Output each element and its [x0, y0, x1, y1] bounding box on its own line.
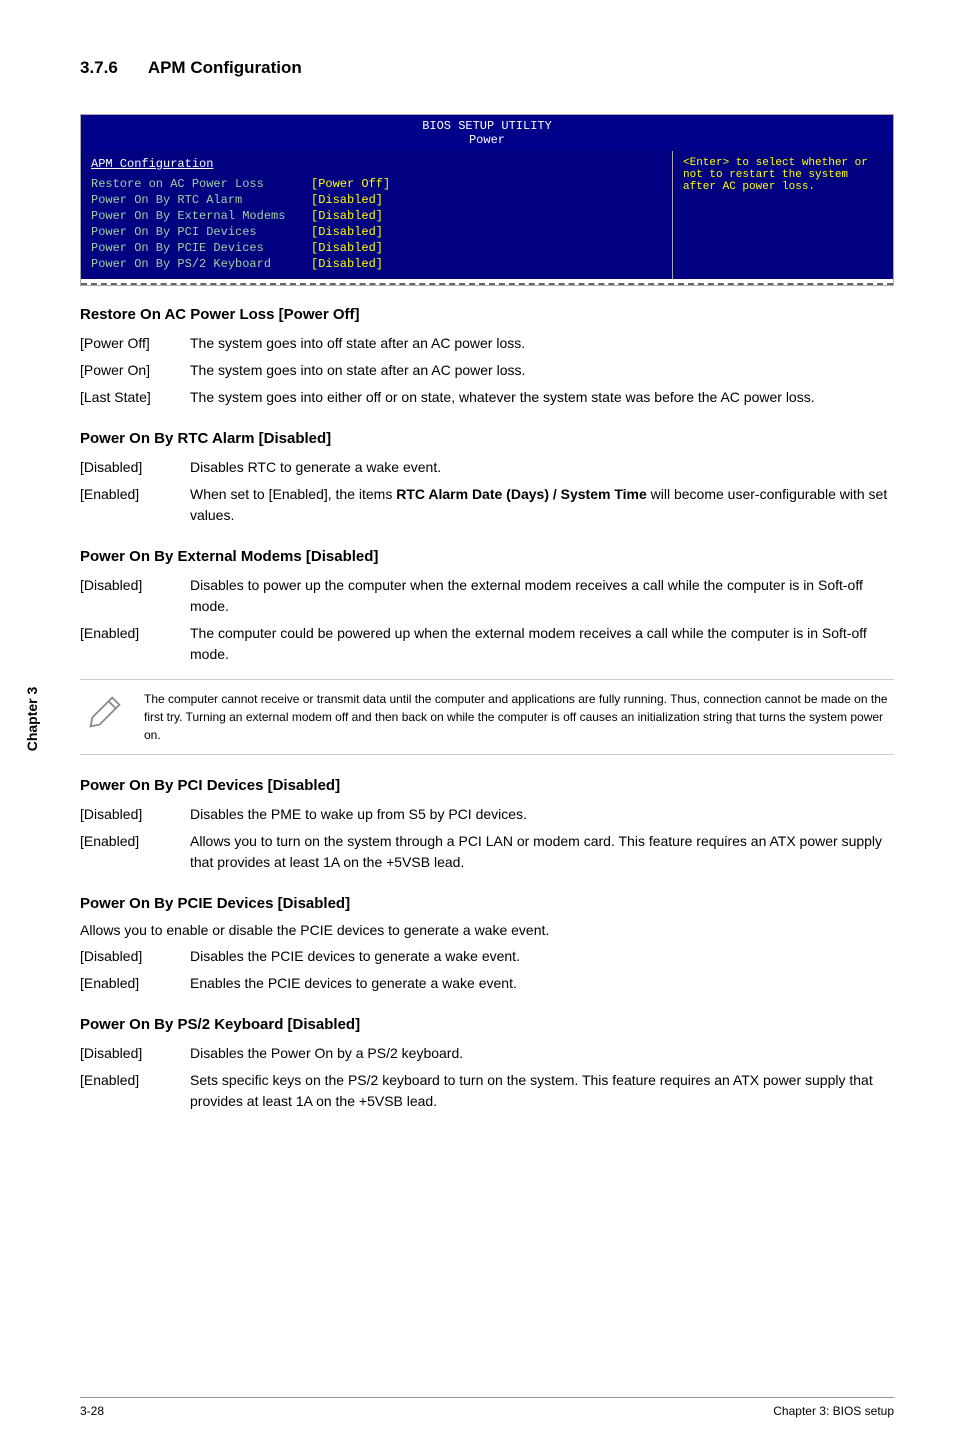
def-list-restore-ac: [Power Off] The system goes into off sta… [80, 333, 894, 408]
bios-item: Power On By PS/2 Keyboard [Disabled] [91, 257, 662, 271]
subsection-title-restore-ac: Restore On AC Power Loss [Power Off] [80, 306, 894, 323]
def-item: [Disabled] Disables to power up the comp… [80, 575, 894, 617]
footer: 3-28 Chapter 3: BIOS setup [80, 1397, 894, 1418]
page-number: 3-28 [80, 1404, 104, 1418]
subsection-title-pci-devices: Power On By PCI Devices [Disabled] [80, 777, 894, 794]
section-pci-devices: Power On By PCI Devices [Disabled] [Disa… [80, 777, 894, 873]
def-item: [Enabled] When set to [Enabled], the ite… [80, 484, 894, 526]
subsection-title-rtc-alarm: Power On By RTC Alarm [Disabled] [80, 430, 894, 447]
bios-header: BIOS SETUP UTILITY Power [81, 115, 893, 151]
section-restore-ac: Restore On AC Power Loss [Power Off] [Po… [80, 306, 894, 408]
def-item: [Enabled] The computer could be powered … [80, 623, 894, 665]
def-list-pcie-devices: [Disabled] Disables the PCIE devices to … [80, 946, 894, 994]
note-icon [80, 690, 130, 744]
subsection-title-pcie-devices: Power On By PCIE Devices [Disabled] [80, 895, 894, 912]
pencil-icon [87, 694, 123, 730]
section-external-modems: Power On By External Modems [Disabled] [… [80, 548, 894, 755]
def-item: [Enabled] Allows you to turn on the syst… [80, 831, 894, 873]
bios-divider [81, 283, 893, 285]
bios-item: Power On By PCI Devices [Disabled] [91, 225, 662, 239]
bios-help-panel: <Enter> to select whether or not to rest… [673, 151, 893, 279]
bios-item: Restore on AC Power Loss [Power Off] [91, 177, 662, 191]
chapter-sidebar: Chapter 3 [24, 659, 40, 779]
bios-item: Power On By PCIE Devices [Disabled] [91, 241, 662, 255]
def-item: [Power Off] The system goes into off sta… [80, 333, 894, 354]
def-list-rtc-alarm: [Disabled] Disables RTC to generate a wa… [80, 457, 894, 526]
footer-chapter-label: Chapter 3: BIOS setup [773, 1404, 894, 1418]
section-number: 3.7.6 [80, 58, 118, 78]
bios-setup-box: BIOS SETUP UTILITY Power APM Configurati… [80, 114, 894, 286]
def-item: [Enabled] Enables the PCIE devices to ge… [80, 973, 894, 994]
def-item: [Disabled] Disables the PME to wake up f… [80, 804, 894, 825]
def-item: [Disabled] Disables the Power On by a PS… [80, 1043, 894, 1064]
section-title: APM Configuration [148, 58, 302, 78]
section-pcie-devices: Power On By PCIE Devices [Disabled] Allo… [80, 895, 894, 994]
subsection-title-ps2-keyboard: Power On By PS/2 Keyboard [Disabled] [80, 1016, 894, 1033]
note-box: The computer cannot receive or transmit … [80, 679, 894, 755]
def-item: [Power On] The system goes into on state… [80, 360, 894, 381]
bios-section-label: APM Configuration [91, 157, 662, 171]
def-list-pci-devices: [Disabled] Disables the PME to wake up f… [80, 804, 894, 873]
def-list-external-modems: [Disabled] Disables to power up the comp… [80, 575, 894, 665]
note-text: The computer cannot receive or transmit … [144, 690, 894, 744]
section-rtc-alarm: Power On By RTC Alarm [Disabled] [Disabl… [80, 430, 894, 526]
bios-left-panel: APM Configuration Restore on AC Power Lo… [81, 151, 673, 279]
subsection-title-external-modems: Power On By External Modems [Disabled] [80, 548, 894, 565]
def-item: [Disabled] Disables RTC to generate a wa… [80, 457, 894, 478]
bios-item: Power On By External Modems [Disabled] [91, 209, 662, 223]
def-item: [Disabled] Disables the PCIE devices to … [80, 946, 894, 967]
def-item: [Last State] The system goes into either… [80, 387, 894, 408]
def-item: [Enabled] Sets specific keys on the PS/2… [80, 1070, 894, 1112]
pcie-intro: Allows you to enable or disable the PCIE… [80, 922, 894, 938]
bios-item: Power On By RTC Alarm [Disabled] [91, 193, 662, 207]
section-ps2-keyboard: Power On By PS/2 Keyboard [Disabled] [Di… [80, 1016, 894, 1112]
def-list-ps2-keyboard: [Disabled] Disables the Power On by a PS… [80, 1043, 894, 1112]
bios-items-list: Restore on AC Power Loss [Power Off] Pow… [91, 177, 662, 271]
